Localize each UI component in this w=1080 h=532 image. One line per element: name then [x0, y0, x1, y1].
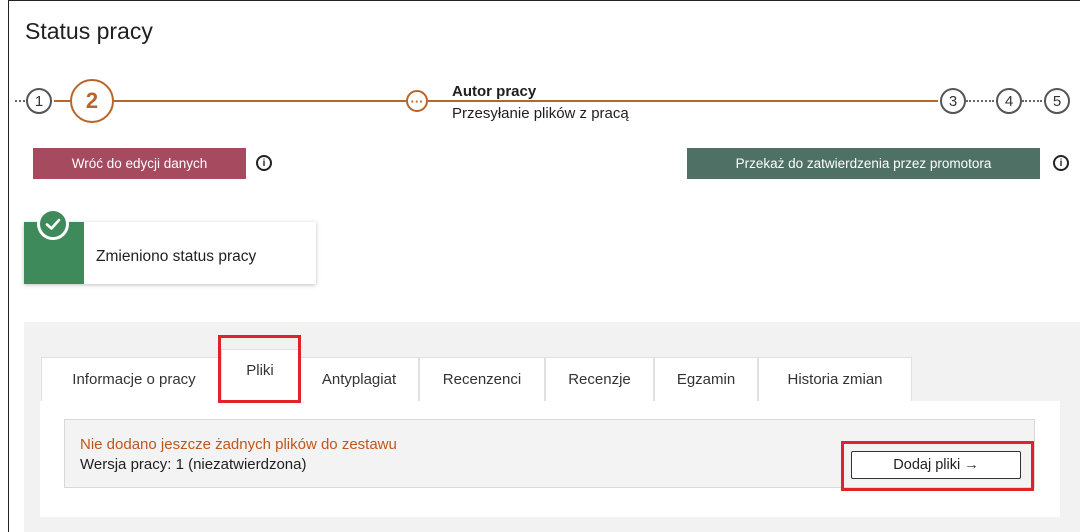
notification-text: Zmieniono status pracy: [96, 248, 257, 265]
tab-antyplagiat[interactable]: Antyplagiat: [299, 357, 419, 401]
back-to-edit-button[interactable]: Wróć do edycji danych: [33, 148, 246, 179]
no-files-warning: Nie dodano jeszcze żadnych plików do zes…: [80, 436, 397, 453]
step-3[interactable]: 3: [940, 88, 966, 114]
tab-egzamin[interactable]: Egzamin: [654, 357, 758, 401]
current-step-subtitle: Przesyłanie plików z pracą: [452, 105, 629, 122]
stepper-connector: [966, 100, 994, 102]
info-icon[interactable]: i: [1053, 155, 1069, 171]
info-icon[interactable]: i: [256, 155, 272, 171]
work-version: Wersja pracy: 1 (niezatwierdzona): [80, 456, 307, 473]
stepper-connector: [15, 100, 25, 102]
stepper-connector: [114, 100, 406, 102]
tab-historia-zmian[interactable]: Historia zmian: [758, 357, 912, 401]
step-4[interactable]: 4: [996, 88, 1022, 114]
submit-to-supervisor-button[interactable]: Przekaż do zatwierdzenia przez promotora: [687, 148, 1040, 179]
stepper-connector: [1022, 100, 1042, 102]
add-files-button[interactable]: Dodaj pliki →: [851, 451, 1021, 479]
ellipsis-icon[interactable]: ···: [406, 90, 428, 112]
step-2-current[interactable]: 2: [70, 79, 114, 123]
tab-recenzenci[interactable]: Recenzenci: [419, 357, 545, 401]
current-step-title: Autor pracy: [452, 83, 537, 100]
checkmark-icon: [37, 208, 69, 240]
stepper-connector: [428, 100, 938, 102]
stepper-connector: [54, 100, 70, 102]
tab-informacje-o-pracy[interactable]: Informacje o pracy: [41, 357, 227, 401]
tab-recenzje[interactable]: Recenzje: [545, 357, 654, 401]
step-5[interactable]: 5: [1044, 88, 1070, 114]
progress-stepper: 1 2 ··· Autor pracy Przesyłanie plików z…: [0, 76, 1080, 136]
step-1[interactable]: 1: [26, 88, 52, 114]
page-title: Status pracy: [25, 18, 153, 44]
tab-pliki[interactable]: Pliki: [221, 349, 299, 401]
